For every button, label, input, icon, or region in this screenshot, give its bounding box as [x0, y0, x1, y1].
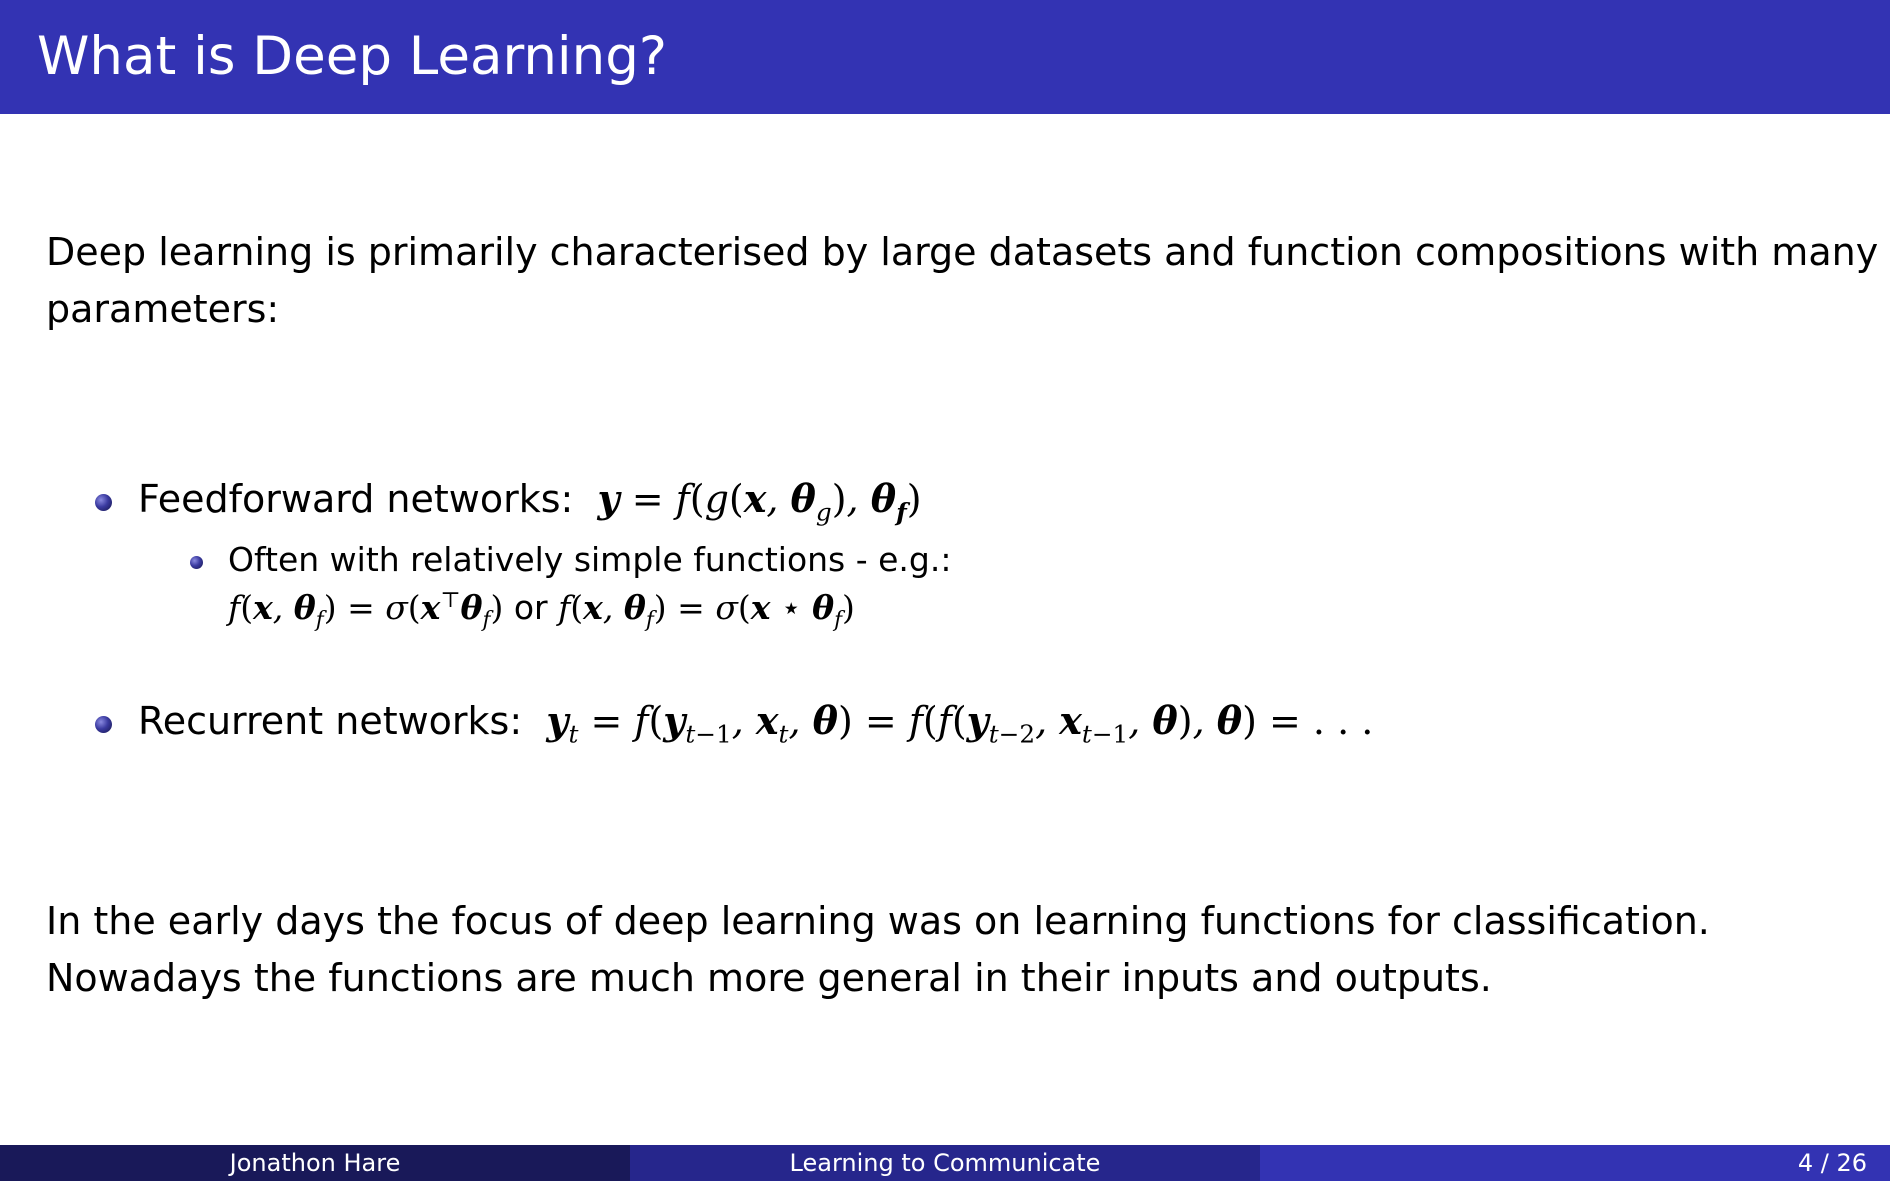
bullet-recurrent-label: Recurrent networks: [138, 699, 523, 743]
intro-line-1: Deep learning is primarily characterised… [46, 230, 1879, 274]
slide-title: What is Deep Learning? [37, 26, 668, 87]
footer-author: Jonathon Hare [0, 1145, 630, 1181]
bullet-marker [95, 716, 112, 733]
slide-footer: Jonathon Hare Learning to Communicate 4 … [0, 1145, 1890, 1181]
sub-bullet-equation: f(x, θf) = σ(x⊤θf) or f(x, θf) = σ(x ⋆ θ… [228, 588, 855, 633]
bullet-feedforward: Feedforward networks: y = f(g(x, θg), θf… [138, 476, 922, 527]
bullet-recurrent: Recurrent networks: yt = f(yt−1, xt, θ) … [138, 698, 1373, 749]
recurrent-equation: yt = f(yt−1, xt, θ) = f(f(yt−2, xt−1, θ)… [546, 698, 1374, 749]
bullet-marker [95, 494, 112, 511]
outro-line-2: Nowadays the functions are much more gen… [46, 956, 1492, 1000]
footer-page-segment: 4 / 26 [1260, 1145, 1890, 1181]
bullet-feedforward-label: Feedforward networks: [138, 477, 574, 521]
intro-line-2: parameters: [46, 287, 280, 331]
page-number: 4 / 26 [1797, 1149, 1867, 1177]
outro-line-1: In the early days the focus of deep lear… [46, 899, 1710, 943]
sub-bullet-label: Often with relatively simple functions -… [228, 540, 952, 579]
footer-talk-title: Learning to Communicate [630, 1145, 1260, 1181]
sub-bullet-marker [190, 556, 203, 569]
slide-header: What is Deep Learning? [0, 0, 1890, 114]
feedforward-equation: y = f(g(x, θg), θf) [597, 476, 922, 527]
